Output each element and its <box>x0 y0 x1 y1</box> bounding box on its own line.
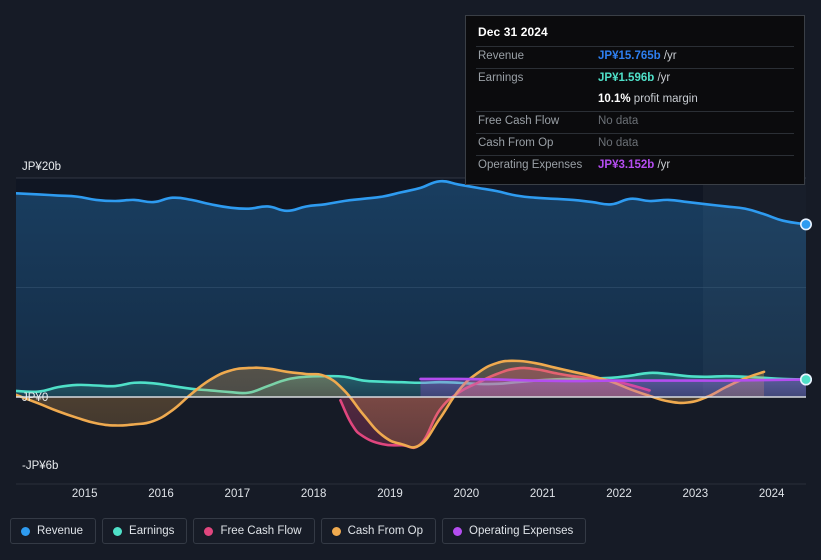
legend-item-label: Earnings <box>129 525 175 537</box>
tooltip-row-value: JP¥3.152b /yr <box>598 159 671 171</box>
y-axis-top-label: JP¥20b <box>22 161 61 173</box>
legend-dot-icon <box>331 526 341 536</box>
x-tick-2018: 2018 <box>301 488 327 500</box>
series-layer <box>16 179 806 450</box>
y-axis-zero-label: JP¥0 <box>22 392 48 404</box>
legend-item-revenue[interactable]: Revenue <box>10 518 97 544</box>
tooltip-rows: Revenue JP¥15.765b /yr Earnings JP¥1.596b /… <box>476 46 794 177</box>
x-tick-2023: 2023 <box>683 488 709 500</box>
legend-item-label: Free Cash Flow <box>220 525 302 537</box>
x-tick-2019: 2019 <box>377 488 403 500</box>
legend-dot-icon <box>453 526 463 536</box>
endpoint-revenue <box>799 218 812 231</box>
tooltip-date: Dec 31 2024 <box>478 25 548 39</box>
x-tick-2024: 2024 <box>759 488 785 500</box>
x-tick-2016: 2016 <box>148 488 174 500</box>
legend-item-label: Cash From Op <box>347 525 424 537</box>
x-tick-2020: 2020 <box>454 488 480 500</box>
y-axis-bottom-label: -JP¥6b <box>22 460 58 472</box>
endpoint-earnings <box>799 373 812 386</box>
series-operating-expenses <box>419 377 806 397</box>
tooltip-row-value: 10.1% profit margin <box>598 93 698 105</box>
tooltip-row: Free Cash Flow No data <box>476 111 794 133</box>
x-tick-2017: 2017 <box>225 488 251 500</box>
legend-item-label: Operating Expenses <box>469 525 574 537</box>
financial-chart-app: JP¥20b JP¥0 -JP¥6b 2015 2016 2017 2018 2019 2… <box>0 0 821 560</box>
series-revenue <box>16 179 806 397</box>
tooltip-row: Revenue JP¥15.765b /yr <box>476 46 794 68</box>
legend-item-label: Revenue <box>37 525 84 537</box>
x-tick-2021: 2021 <box>530 488 556 500</box>
tooltip-row-value: JP¥1.596b /yr <box>598 72 671 84</box>
tooltip-row: Cash From Op No data <box>476 133 794 155</box>
tooltip-row-label: Operating Expenses <box>478 159 583 171</box>
legend-item-cash-from-op[interactable]: Cash From Op <box>320 518 437 544</box>
tooltip-row: Earnings JP¥1.596b /yr <box>476 68 794 90</box>
x-tick-2022: 2022 <box>606 488 632 500</box>
tooltip-row-value: No data <box>598 115 639 127</box>
legend-item-operating-expenses[interactable]: Operating Expenses <box>442 518 587 544</box>
tooltip-row-value: JP¥15.765b /yr <box>598 50 677 62</box>
data-tooltip-panel: Dec 31 2024 Revenue JP¥15.765b /yr Earning… <box>465 15 805 185</box>
tooltip-row-label: Earnings <box>478 72 524 84</box>
tooltip-row-label: Revenue <box>478 50 525 62</box>
x-tick-2015: 2015 <box>72 488 98 500</box>
tooltip-row-label: Cash From Op <box>478 137 554 149</box>
legend-item-earnings[interactable]: Earnings <box>102 518 188 544</box>
legend-item-free-cash-flow[interactable]: Free Cash Flow <box>193 518 315 544</box>
chart-legend: Revenue Earnings Free Cash Flow Cash From O… <box>10 518 587 544</box>
x-axis-ticks: 2015 2016 2017 2018 2019 2020 2021 2022 2023 2024 <box>72 488 785 500</box>
tooltip-row: 10.1% profit margin <box>476 90 794 111</box>
tooltip-row: Operating Expenses JP¥3.152b /yr <box>476 155 794 177</box>
legend-dot-icon <box>113 526 123 536</box>
tooltip-row-value: No data <box>598 137 639 149</box>
legend-dot-icon <box>21 526 30 536</box>
legend-dot-icon <box>204 526 214 536</box>
tooltip-row-label: Free Cash Flow <box>478 115 560 127</box>
